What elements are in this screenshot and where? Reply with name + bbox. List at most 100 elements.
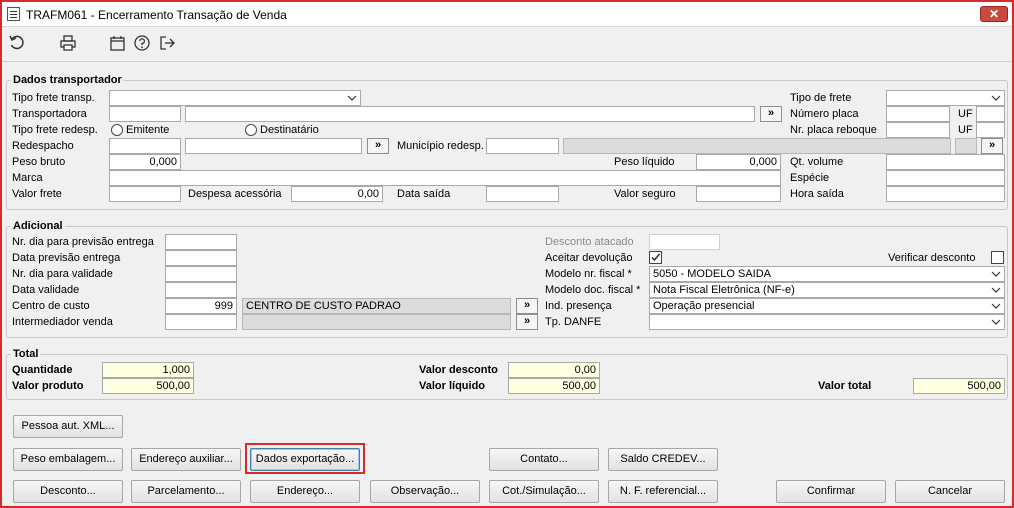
nr-dia-valid-input[interactable] (165, 266, 237, 282)
data-saida-label: Data saída (397, 188, 451, 200)
verificar-desconto-checkbox[interactable] (991, 251, 1004, 264)
nr-dia-prev-label: Nr. dia para previsão entrega (12, 236, 154, 248)
centro-custo-code-input[interactable]: 999 (165, 298, 237, 314)
transportadora-code-input[interactable] (109, 106, 181, 122)
calendar-icon[interactable] (108, 34, 128, 54)
ind-presenca-select[interactable]: Operação presencial (649, 298, 1005, 314)
total-legend: Total (13, 348, 39, 360)
valor-total-field: 500,00 (913, 378, 1005, 394)
valor-liquido-label: Valor líquido (419, 380, 486, 392)
chevron-down-icon (991, 268, 1001, 280)
close-button[interactable]: ✕ (980, 6, 1008, 22)
numero-placa-input[interactable] (886, 106, 950, 122)
uf-input[interactable] (976, 106, 1005, 122)
municipio-uf-field (955, 138, 977, 154)
tipo-frete-label: Tipo de frete (790, 92, 852, 104)
transportadora-label: Transportadora (12, 108, 87, 120)
emitente-radio[interactable] (111, 124, 123, 136)
tipo-frete-select[interactable] (886, 90, 1005, 106)
title-bar: TRAFM061 - Encerramento Transação de Ven… (2, 2, 1012, 27)
nr-dia-prev-input[interactable] (165, 234, 237, 250)
transportadora-lookup-button[interactable]: » (760, 106, 782, 122)
intermediador-name-field (242, 314, 511, 330)
modelo-doc-fiscal-label: Modelo doc. fiscal * (545, 284, 641, 296)
marca-label: Marca (12, 172, 43, 184)
tp-danfe-label: Tp. DANFE (545, 316, 602, 328)
app-window: TRAFM061 - Encerramento Transação de Ven… (0, 0, 1014, 508)
aceitar-devolucao-label: Aceitar devolução (545, 252, 633, 264)
saldo-credev-button[interactable]: Saldo CREDEV... (608, 448, 718, 471)
data-prev-input[interactable] (165, 250, 237, 266)
redespacho-name-input[interactable] (185, 138, 362, 154)
tipo-frete-transp-select[interactable] (109, 90, 361, 106)
valor-frete-input[interactable] (109, 186, 181, 202)
quantidade-label: Quantidade (12, 364, 73, 376)
verificar-desconto-label: Verificar desconto (888, 252, 976, 264)
modelo-doc-fiscal-select[interactable]: Nota Fiscal Eletrônica (NF-e) (649, 282, 1005, 298)
uf2-label: UF (958, 124, 973, 136)
exit-icon[interactable] (157, 34, 177, 54)
valor-seguro-input[interactable] (696, 186, 781, 202)
data-valid-label: Data validade (12, 284, 80, 296)
intermediador-code-input[interactable] (165, 314, 237, 330)
confirmar-button[interactable]: Confirmar (776, 480, 886, 503)
dados-exportacao-button[interactable]: Dados exportação... (250, 448, 360, 471)
peso-liquido-input[interactable]: 0,000 (696, 154, 781, 170)
transportadora-name-input[interactable] (185, 106, 755, 122)
modelo-nr-fiscal-select[interactable]: 5050 - MODELO SAIDA (649, 266, 1005, 282)
toolbar (2, 28, 1012, 62)
parcelamento-button[interactable]: Parcelamento... (131, 480, 241, 503)
data-saida-input[interactable] (486, 186, 559, 202)
nf-referencial-button[interactable]: N. F. referencial... (608, 480, 718, 503)
emitente-label: Emitente (126, 124, 170, 136)
redespacho-code-input[interactable] (109, 138, 181, 154)
peso-bruto-input[interactable]: 0,000 (109, 154, 181, 170)
peso-embalagem-button[interactable]: Peso embalagem... (13, 448, 123, 471)
data-valid-input[interactable] (165, 282, 237, 298)
qt-volume-input[interactable] (886, 154, 1005, 170)
contato-button[interactable]: Contato... (489, 448, 599, 471)
valor-seguro-label: Valor seguro (614, 188, 676, 200)
destinatario-label: Destinatário (260, 124, 319, 136)
endereco-auxiliar-button[interactable]: Endereço auxiliar... (131, 448, 241, 471)
nr-placa-reboque-label: Nr. placa reboque (790, 124, 877, 136)
chevron-down-icon (991, 284, 1001, 296)
undo-icon[interactable] (7, 34, 27, 54)
centro-custo-lookup-button[interactable]: » (516, 298, 538, 314)
municipio-lookup-button[interactable]: » (981, 138, 1003, 154)
municipio-code-input[interactable] (486, 138, 559, 154)
cot-simulacao-button[interactable]: Cot./Simulação... (489, 480, 599, 503)
destinatario-radio[interactable] (245, 124, 257, 136)
pessoa-aut-xml-button[interactable]: Pessoa aut. XML... (13, 415, 123, 438)
help-icon[interactable] (132, 34, 152, 54)
despesa-acessoria-input[interactable]: 0,00 (291, 186, 383, 202)
chevron-down-icon (991, 316, 1001, 328)
endereco-button[interactable]: Endereço... (250, 480, 360, 503)
cancelar-button[interactable]: Cancelar (895, 480, 1005, 503)
hora-saida-label: Hora saída (790, 188, 844, 200)
hora-saida-input[interactable] (886, 186, 1005, 202)
valor-produto-label: Valor produto (12, 380, 84, 392)
nr-placa-reboque-input[interactable] (886, 122, 950, 138)
chevron-down-icon (347, 92, 357, 104)
municipio-name-field (563, 138, 951, 154)
valor-produto-field: 500,00 (102, 378, 194, 394)
redespacho-lookup-button[interactable]: » (367, 138, 389, 154)
tipo-frete-redesp-label: Tipo frete redesp. (12, 124, 98, 136)
chevron-down-icon (991, 92, 1001, 104)
uf2-input[interactable] (976, 122, 1005, 138)
centro-custo-label: Centro de custo (12, 300, 90, 312)
intermediador-lookup-button[interactable]: » (516, 314, 538, 330)
uf-label: UF (958, 108, 973, 120)
marca-input[interactable] (109, 170, 781, 186)
municipio-redesp-label: Município redesp. (397, 140, 484, 152)
peso-liquido-label: Peso líquido (614, 156, 675, 168)
desconto-atacado-label: Desconto atacado (545, 236, 634, 248)
observacao-button[interactable]: Observação... (370, 480, 480, 503)
desconto-button[interactable]: Desconto... (13, 480, 123, 503)
aceitar-devolucao-checkbox[interactable] (649, 251, 662, 264)
tp-danfe-select[interactable] (649, 314, 1005, 330)
print-icon[interactable] (58, 34, 78, 54)
valor-desconto-label: Valor desconto (419, 364, 498, 376)
especie-input[interactable] (886, 170, 1005, 186)
